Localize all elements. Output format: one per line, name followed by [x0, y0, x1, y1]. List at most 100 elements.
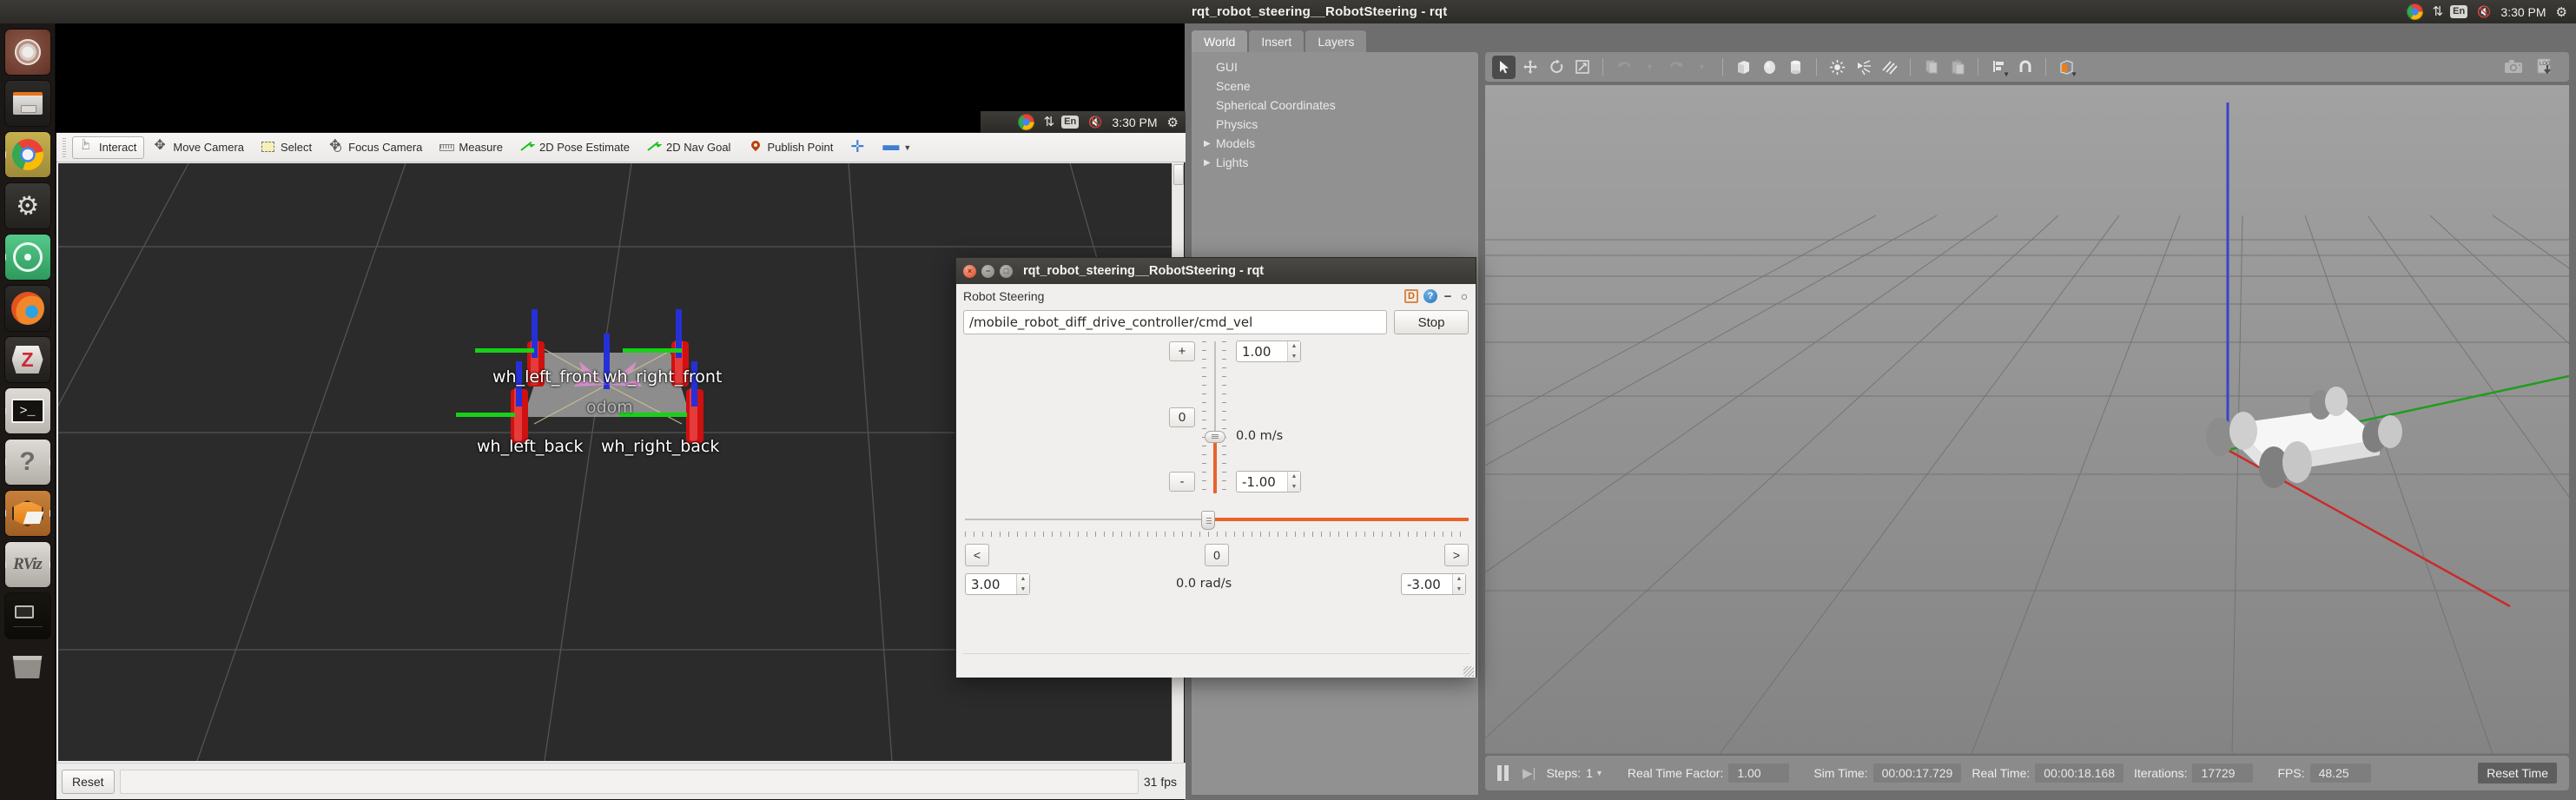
network-arrows-icon[interactable]: ⇅ — [2433, 0, 2443, 23]
tree-item-physics[interactable]: Physics — [1192, 115, 1478, 134]
chrome-icon[interactable] — [2406, 0, 2423, 23]
scrollbar-thumb[interactable] — [1173, 164, 1184, 185]
tool-2d-pose-estimate[interactable]: 2D Pose Estimate — [512, 136, 637, 159]
window-minimize-button[interactable]: − — [981, 264, 994, 278]
network-arrows-icon[interactable]: ⇅ — [1044, 116, 1054, 129]
select-mode-button[interactable] — [1492, 55, 1516, 79]
redo-button[interactable] — [1664, 56, 1688, 79]
launcher-item-terminal[interactable]: >_ — [4, 388, 50, 433]
launcher-item-settings[interactable]: ⚙ — [4, 183, 50, 228]
launcher-item-zotero[interactable]: Z — [4, 337, 50, 382]
undo-button[interactable] — [1612, 56, 1635, 79]
copy-button[interactable] — [1919, 56, 1943, 79]
system-gear-icon[interactable]: ⚙ — [2556, 0, 2567, 23]
linear-decrease-button[interactable]: - — [1169, 472, 1195, 492]
spinbox-arrows[interactable]: ▲ ▼ — [1287, 341, 1300, 361]
screenshot-button[interactable] — [2501, 56, 2525, 79]
paste-button[interactable] — [1945, 56, 1969, 79]
tool-select[interactable]: Select — [254, 136, 320, 159]
spin-down-icon[interactable]: ▼ — [1288, 482, 1300, 493]
remove-tool-button[interactable]: ▬ ▼ — [875, 136, 919, 159]
linear-min-value[interactable]: -1.00 — [1237, 472, 1287, 492]
chevron-down-icon[interactable]: ▼ — [903, 143, 911, 152]
log-record-button[interactable]: LOG — [2533, 56, 2557, 79]
chrome-icon[interactable] — [1017, 114, 1034, 130]
chevron-down-icon[interactable]: ▼ — [2003, 70, 2010, 78]
linear-min-spinbox[interactable]: -1.00 ▲ ▼ — [1236, 471, 1301, 493]
snap-button[interactable] — [2013, 56, 2037, 79]
tree-item-scene[interactable]: Scene — [1192, 76, 1478, 96]
linear-max-value[interactable]: 1.00 — [1237, 341, 1287, 361]
clock-label[interactable]: 3:30 PM — [2500, 0, 2546, 23]
resize-grip[interactable] — [1463, 666, 1474, 677]
insert-sphere-button[interactable] — [1758, 56, 1781, 79]
tool-move-camera[interactable]: Move Camera — [146, 136, 252, 159]
launcher-item-gazebo[interactable] — [4, 491, 50, 536]
angular-slider-handle[interactable] — [1201, 511, 1215, 530]
align-button[interactable]: ▼ — [1987, 56, 2011, 79]
tree-item-models[interactable]: ▶ Models — [1192, 134, 1478, 153]
spin-up-icon[interactable]: ▲ — [1288, 341, 1300, 352]
chevron-down-icon[interactable]: ▼ — [1595, 769, 1603, 777]
spin-down-icon[interactable]: ▼ — [1453, 585, 1465, 595]
scale-mode-button[interactable] — [1570, 56, 1594, 79]
linear-slider-handle[interactable] — [1205, 431, 1225, 443]
spinbox-arrows[interactable]: ▲ ▼ — [1016, 574, 1029, 594]
tree-item-spherical-coordinates[interactable]: Spherical Coordinates — [1192, 96, 1478, 115]
launcher-item-atom[interactable] — [4, 235, 50, 280]
insert-box-button[interactable] — [1732, 56, 1755, 79]
linear-increase-button[interactable]: + — [1169, 341, 1195, 361]
spin-up-icon[interactable]: ▲ — [1453, 574, 1465, 585]
topic-input[interactable]: /mobile_robot_diff_drive_controller/cmd_… — [963, 310, 1387, 334]
pause-button[interactable] — [1497, 765, 1509, 781]
chevron-down-icon[interactable]: ▼ — [2071, 70, 2077, 78]
spinbox-arrows[interactable]: ▲ ▼ — [1452, 574, 1465, 594]
launcher-item-workspace-switcher[interactable] — [4, 593, 50, 638]
tree-item-gui[interactable]: GUI — [1192, 57, 1478, 76]
insert-directional-light-button[interactable] — [1878, 56, 1901, 79]
angular-max-spinbox[interactable]: 3.00 ▲ ▼ — [965, 573, 1030, 595]
keyboard-layout-label[interactable]: En — [1061, 116, 1080, 129]
close-icon[interactable]: ○ — [1458, 289, 1470, 303]
tree-item-lights[interactable]: ▶ Lights — [1192, 153, 1478, 172]
launcher-item-rviz[interactable]: RViz — [4, 542, 50, 587]
angular-min-spinbox[interactable]: -3.00 ▲ ▼ — [1401, 573, 1466, 595]
tool-measure[interactable]: Measure — [432, 136, 511, 159]
undock-icon[interactable]: D — [1404, 289, 1418, 303]
launcher-item-ubuntu-dash[interactable] — [4, 30, 50, 75]
spinbox-arrows[interactable]: ▲ ▼ — [1287, 472, 1300, 492]
step-forward-button[interactable]: ▶| — [1522, 765, 1536, 781]
tool-focus-camera[interactable]: Focus Camera — [321, 136, 430, 159]
insert-point-light-button[interactable] — [1826, 56, 1849, 79]
translate-mode-button[interactable] — [1518, 56, 1542, 79]
insert-spot-light-button[interactable] — [1852, 56, 1875, 79]
tab-insert[interactable]: Insert — [1249, 30, 1305, 54]
clock-label[interactable]: 3:30 PM — [1112, 116, 1157, 129]
angular-zero-button[interactable]: 0 — [1205, 544, 1229, 566]
angular-right-button[interactable]: > — [1444, 544, 1469, 566]
tool-2d-nav-goal[interactable]: 2D Nav Goal — [639, 136, 738, 159]
stop-button[interactable]: Stop — [1394, 310, 1469, 334]
toolbar-drag-handle[interactable] — [60, 137, 69, 157]
launcher-item-trash[interactable] — [5, 645, 50, 690]
launcher-item-firefox[interactable] — [4, 286, 50, 331]
angular-min-value[interactable]: -3.00 — [1402, 574, 1452, 594]
minimize-icon[interactable]: − — [1443, 289, 1453, 304]
launcher-item-files[interactable] — [4, 81, 50, 126]
redo-history-button[interactable]: ▼ — [1690, 56, 1714, 79]
volume-muted-icon[interactable]: 🔇 — [2477, 0, 2491, 23]
tool-interact[interactable]: Interact — [72, 136, 145, 159]
chevron-right-icon[interactable]: ▶ — [1204, 158, 1212, 168]
add-tool-button[interactable]: ✛ — [842, 136, 873, 159]
angular-max-value[interactable]: 3.00 — [966, 574, 1016, 594]
linear-max-spinbox[interactable]: 1.00 ▲ ▼ — [1236, 340, 1301, 362]
rotate-mode-button[interactable] — [1544, 56, 1568, 79]
window-close-button[interactable]: × — [963, 264, 976, 278]
launcher-item-help[interactable]: ? — [4, 440, 50, 485]
linear-zero-button[interactable]: 0 — [1169, 407, 1195, 427]
undo-history-button[interactable]: ▼ — [1638, 56, 1661, 79]
volume-muted-icon[interactable]: 🔇 — [1088, 116, 1102, 129]
launcher-item-chrome[interactable] — [4, 132, 50, 177]
system-gear-icon[interactable]: ⚙ — [1167, 115, 1179, 130]
angular-slider-track[interactable] — [965, 518, 1469, 521]
